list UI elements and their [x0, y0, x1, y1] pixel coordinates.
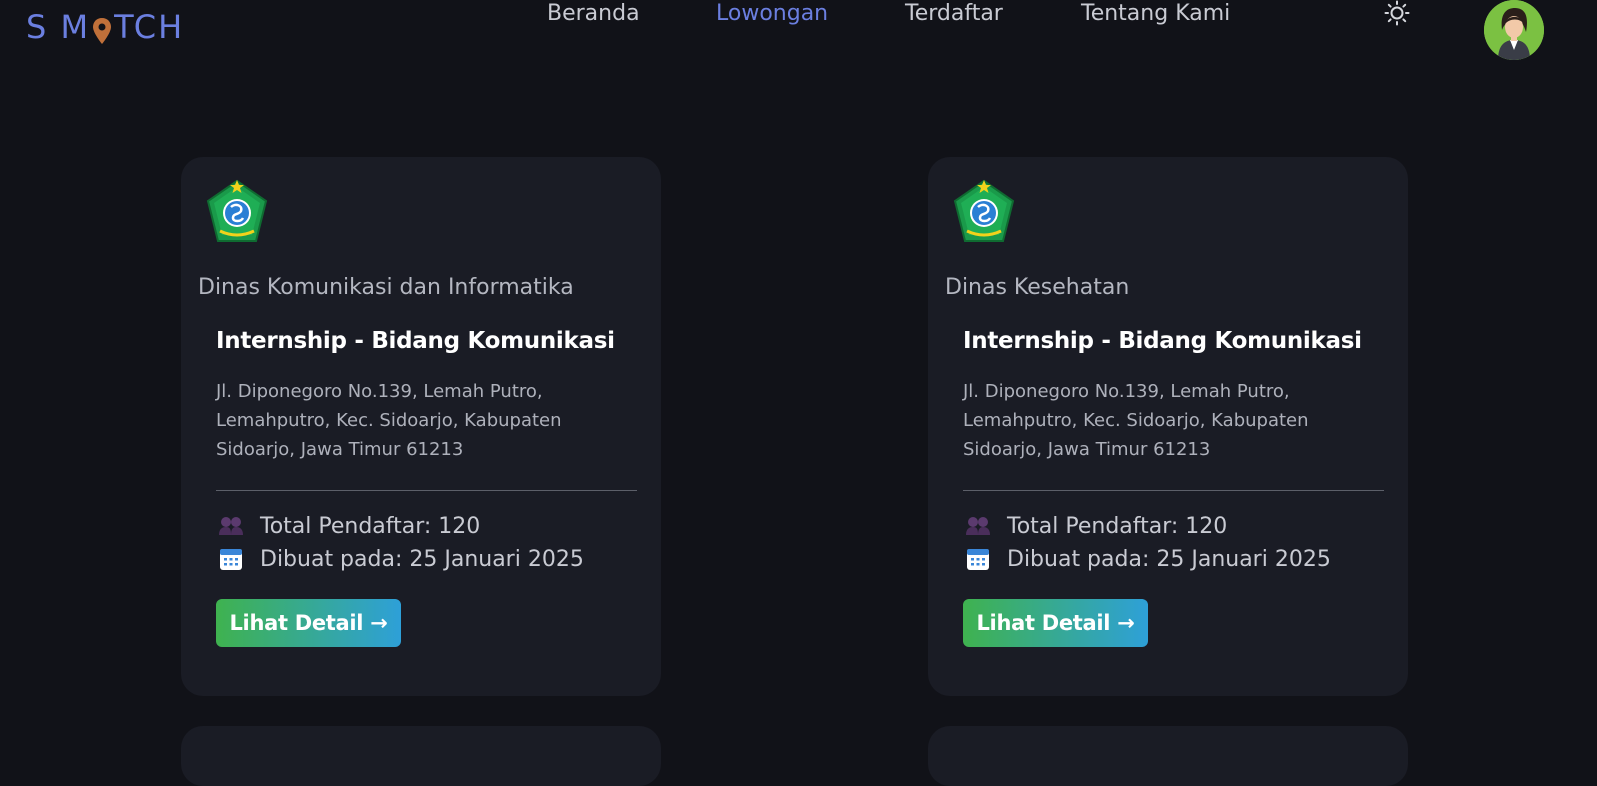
- job-card-partial: [928, 726, 1408, 786]
- calendar-icon: [963, 544, 993, 574]
- view-detail-button[interactable]: Lihat Detail →: [216, 599, 401, 647]
- logo[interactable]: S M TCH: [26, 8, 184, 46]
- department-name: Dinas Komunikasi dan Informatika: [198, 275, 574, 300]
- job-card-partial: [181, 726, 661, 786]
- location-pin-icon: [92, 15, 112, 44]
- logo-text-end: TCH: [114, 8, 185, 46]
- created-row: Dibuat pada: 25 Januari 2025: [216, 544, 584, 574]
- sun-icon[interactable]: [1383, 0, 1411, 28]
- job-title: Internship - Bidang Komunikasi: [216, 328, 615, 354]
- nav-link-terdaftar[interactable]: Terdaftar: [905, 0, 1003, 28]
- sidoarjo-emblem-icon: [200, 175, 274, 249]
- created-date: Dibuat pada: 25 Januari 2025: [1007, 546, 1331, 572]
- user-avatar-icon[interactable]: [1484, 0, 1544, 60]
- applicants-row: Total Pendaftar: 120: [216, 511, 480, 541]
- applicants-count: Total Pendaftar: 120: [260, 513, 481, 539]
- view-detail-button[interactable]: Lihat Detail →: [963, 599, 1148, 647]
- applicants-count: Total Pendaftar: 120: [1007, 513, 1228, 539]
- job-card: Dinas Komunikasi dan Informatika Interns…: [181, 157, 661, 696]
- nav-link-lowongan[interactable]: Lowongan: [716, 0, 828, 28]
- created-date: Dibuat pada: 25 Januari 2025: [260, 546, 584, 572]
- card-divider: [963, 490, 1384, 491]
- people-icon: [216, 511, 246, 541]
- people-icon: [963, 511, 993, 541]
- navbar: S M TCH Beranda Lowongan Terdaftar Tenta…: [0, 0, 1597, 60]
- card-divider: [216, 490, 637, 491]
- job-address: Jl. Diponegoro No.139, Lemah Putro, Lema…: [963, 381, 1309, 460]
- nav-link-beranda[interactable]: Beranda: [547, 0, 640, 28]
- applicants-row: Total Pendaftar: 120: [963, 511, 1227, 541]
- calendar-icon: [216, 544, 246, 574]
- department-name: Dinas Kesehatan: [945, 275, 1130, 300]
- job-card: Dinas Kesehatan Internship - Bidang Komu…: [928, 157, 1408, 696]
- nav-link-tentang-kami[interactable]: Tentang Kami: [1081, 0, 1230, 28]
- sidoarjo-emblem-icon: [947, 175, 1021, 249]
- logo-text-start: S M: [26, 8, 91, 46]
- job-title: Internship - Bidang Komunikasi: [963, 328, 1362, 354]
- created-row: Dibuat pada: 25 Januari 2025: [963, 544, 1331, 574]
- job-address: Jl. Diponegoro No.139, Lemah Putro, Lema…: [216, 381, 562, 460]
